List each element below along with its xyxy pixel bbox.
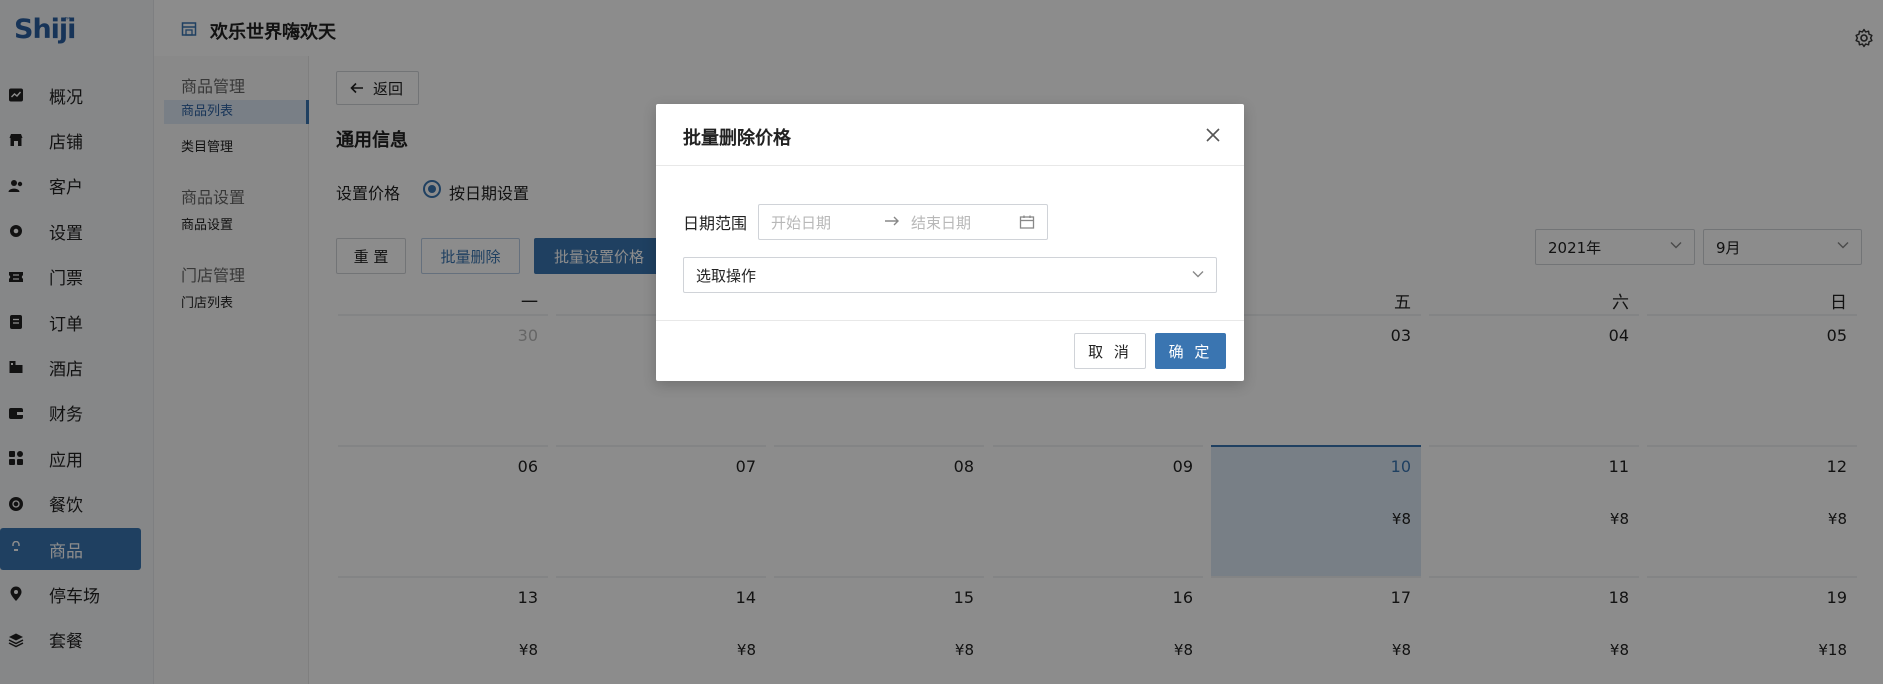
operation-select-value: 选取操作 (696, 266, 757, 285)
divider (656, 320, 1244, 321)
divider (656, 165, 1244, 166)
close-icon[interactable] (1204, 126, 1222, 144)
calendar-icon (1019, 215, 1035, 229)
operation-select[interactable]: 选取操作 (683, 257, 1217, 293)
end-date-placeholder: 结束日期 (911, 213, 972, 232)
chevron-down-icon (1192, 271, 1204, 278)
dialog-title: 批量删除价格 (683, 128, 791, 149)
date-range-picker[interactable]: 开始日期 结束日期 (758, 204, 1048, 240)
batch-delete-price-dialog: 批量删除价格 日期范围 开始日期 结束日期 选取操作 取 消 确 定 (656, 104, 1244, 381)
start-date-placeholder: 开始日期 (771, 213, 832, 232)
arrow-right-icon (885, 216, 899, 226)
cancel-button[interactable]: 取 消 (1074, 333, 1146, 369)
confirm-button[interactable]: 确 定 (1155, 333, 1226, 369)
date-range-label: 日期范围 (683, 214, 748, 233)
